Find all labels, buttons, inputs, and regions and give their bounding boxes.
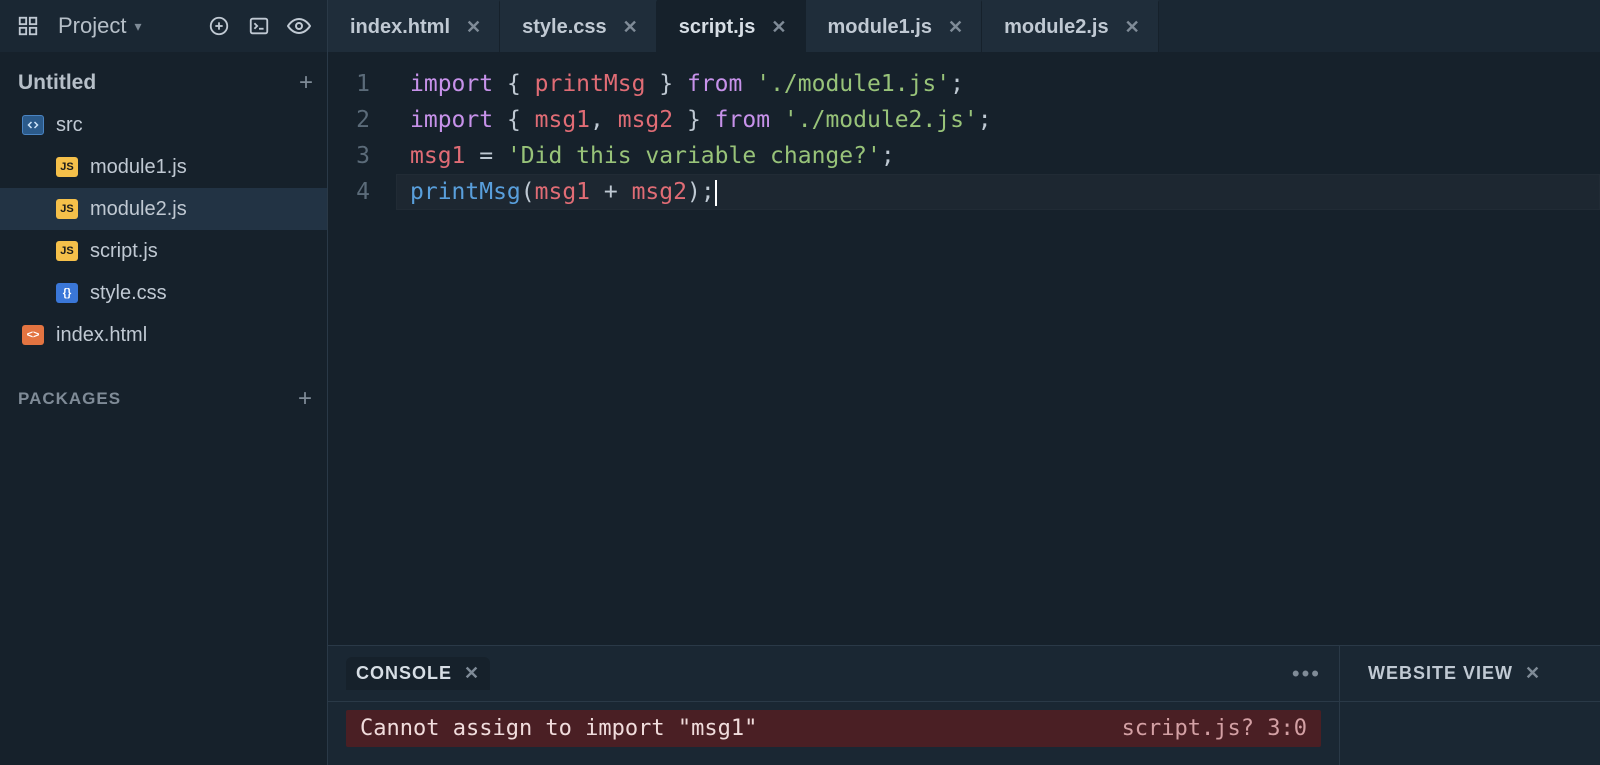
js-file-icon: JS	[56, 157, 78, 177]
sidebar-item-style[interactable]: {} style.css	[0, 272, 327, 314]
project-menu[interactable]: Project ▾	[54, 9, 146, 43]
console-error[interactable]: Cannot assign to import "msg1" script.js…	[346, 710, 1321, 747]
tab-label: style.css	[522, 16, 607, 39]
sidebar-title-row: Untitled +	[0, 62, 327, 104]
tabbar: index.html ✕ style.css ✕ script.js ✕ mod…	[328, 0, 1600, 52]
html-file-icon: <>	[22, 325, 44, 345]
close-icon[interactable]: ✕	[621, 15, 640, 40]
add-file-button[interactable]	[205, 12, 233, 40]
console-tab-label: CONSOLE	[356, 663, 452, 684]
sidebar-packages-label: PACKAGES	[18, 389, 121, 409]
editor[interactable]: 1234 import { printMsg } from './module1…	[328, 52, 1600, 645]
sidebar: Untitled + src JS module1.js JS module2.…	[0, 52, 328, 765]
close-icon[interactable]: ✕	[769, 15, 788, 40]
code-line[interactable]: msg1 = 'Did this variable change?';	[396, 138, 1600, 174]
error-message: Cannot assign to import "msg1"	[360, 716, 757, 741]
code-line[interactable]: import { msg1, msg2 } from './module2.js…	[396, 102, 1600, 138]
console-body: Cannot assign to import "msg1" script.js…	[328, 702, 1339, 765]
close-icon[interactable]: ✕	[464, 663, 480, 684]
preview-icon[interactable]	[285, 12, 313, 40]
sidebar-folder-src[interactable]: src	[0, 104, 327, 146]
project-menu-label: Project	[58, 13, 126, 39]
app-root: Project ▾ index.htm	[0, 0, 1600, 765]
website-panel: WEBSITE VIEW ✕	[1340, 646, 1600, 765]
main: Untitled + src JS module1.js JS module2.…	[0, 52, 1600, 765]
chevron-down-icon: ▾	[134, 18, 141, 35]
plus-icon[interactable]: +	[299, 69, 313, 97]
sidebar-item-label: module1.js	[90, 156, 187, 179]
tab-module2-js[interactable]: module2.js ✕	[982, 0, 1159, 52]
js-file-icon: JS	[56, 241, 78, 261]
website-tabs: WEBSITE VIEW ✕	[1340, 646, 1600, 702]
sidebar-item-label: style.css	[90, 282, 167, 305]
css-file-icon: {}	[56, 283, 78, 303]
sidebar-item-label: src	[56, 114, 83, 137]
close-icon[interactable]: ✕	[1525, 663, 1541, 684]
more-icon[interactable]: •••	[1292, 661, 1321, 687]
website-tab-label: WEBSITE VIEW	[1368, 663, 1513, 684]
tab-label: module1.js	[828, 16, 932, 39]
tab-index-html[interactable]: index.html ✕	[328, 0, 500, 52]
sidebar-item-label: index.html	[56, 324, 147, 347]
folder-icon	[22, 115, 44, 135]
bottom-panel: CONSOLE ✕ ••• Cannot assign to import "m…	[328, 645, 1600, 765]
website-view-tab[interactable]: WEBSITE VIEW ✕	[1358, 657, 1551, 690]
code-line[interactable]: import { printMsg } from './module1.js';	[396, 66, 1600, 102]
tab-script-js[interactable]: script.js ✕	[657, 0, 806, 52]
error-location: script.js? 3:0	[1122, 716, 1307, 741]
sidebar-item-label: module2.js	[90, 198, 187, 221]
console-tab[interactable]: CONSOLE ✕	[346, 657, 490, 690]
topbar-left: Project ▾	[0, 0, 328, 52]
console-panel: CONSOLE ✕ ••• Cannot assign to import "m…	[328, 646, 1340, 765]
editor-area: 1234 import { printMsg } from './module1…	[328, 52, 1600, 765]
close-icon[interactable]: ✕	[1123, 15, 1142, 40]
tab-label: script.js	[679, 16, 756, 39]
sidebar-item-module1[interactable]: JS module1.js	[0, 146, 327, 188]
cursor	[715, 180, 717, 206]
grid-icon[interactable]	[14, 12, 42, 40]
sidebar-item-index[interactable]: <> index.html	[0, 314, 327, 356]
sidebar-item-label: script.js	[90, 240, 158, 263]
tab-style-css[interactable]: style.css ✕	[500, 0, 657, 52]
plus-icon[interactable]: +	[298, 385, 313, 413]
close-icon[interactable]: ✕	[464, 15, 483, 40]
close-icon[interactable]: ✕	[946, 15, 965, 40]
js-file-icon: JS	[56, 199, 78, 219]
sidebar-item-script[interactable]: JS script.js	[0, 230, 327, 272]
sidebar-title: Untitled	[18, 71, 96, 95]
terminal-icon[interactable]	[245, 12, 273, 40]
line-gutter: 1234	[328, 66, 396, 645]
code-line[interactable]: printMsg(msg1 + msg2);	[396, 174, 1600, 210]
console-tabs: CONSOLE ✕ •••	[328, 646, 1339, 702]
code[interactable]: import { printMsg } from './module1.js';…	[396, 66, 1600, 645]
sidebar-packages-header: PACKAGES +	[0, 378, 327, 420]
sidebar-item-module2[interactable]: JS module2.js	[0, 188, 327, 230]
website-body	[1340, 702, 1600, 765]
tab-module1-js[interactable]: module1.js ✕	[806, 0, 983, 52]
tab-label: index.html	[350, 16, 450, 39]
topbar: Project ▾ index.htm	[0, 0, 1600, 52]
tab-label: module2.js	[1004, 16, 1108, 39]
